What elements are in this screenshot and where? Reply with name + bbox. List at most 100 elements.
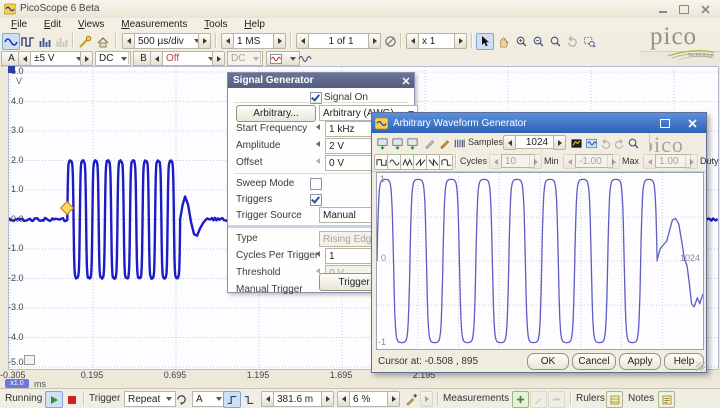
timebase-next-button[interactable] bbox=[198, 33, 211, 49]
x-zoom-badge[interactable]: x1.0 bbox=[5, 379, 29, 388]
auto-setup-button[interactable] bbox=[76, 33, 94, 50]
pointer-tool-button[interactable] bbox=[476, 33, 494, 50]
range-a-next-button[interactable] bbox=[80, 51, 93, 66]
add-measurement-button[interactable] bbox=[512, 391, 529, 408]
marquee-zoom-button[interactable] bbox=[580, 33, 598, 50]
trigger-level-field[interactable]: 381.6 m bbox=[273, 391, 327, 407]
range-b-next-button[interactable] bbox=[212, 51, 225, 66]
dark-editor-icon bbox=[570, 137, 583, 150]
falling-edge-button[interactable] bbox=[240, 391, 258, 408]
notes-button[interactable] bbox=[658, 391, 675, 408]
menu-tools[interactable]: Tools bbox=[197, 18, 234, 31]
rising-edge-button[interactable] bbox=[223, 391, 241, 408]
menu-help[interactable]: Help bbox=[237, 18, 272, 31]
range-a-select[interactable]: ±5 V bbox=[30, 51, 86, 66]
undo-zoom-button[interactable] bbox=[563, 33, 581, 50]
range-b-select[interactable]: Off bbox=[162, 51, 218, 66]
awg-import-a-button[interactable] bbox=[374, 135, 390, 152]
close-button[interactable] bbox=[698, 3, 713, 15]
awg-close-button[interactable] bbox=[685, 117, 700, 129]
trigger-source-select[interactable]: A bbox=[192, 391, 226, 407]
awg-square-shape-button[interactable] bbox=[374, 154, 388, 170]
menu-edit[interactable]: Edit bbox=[37, 18, 68, 31]
triggers-checkbox[interactable] bbox=[310, 194, 322, 206]
signal-generator-button[interactable] bbox=[266, 51, 300, 66]
persistence-mode-button[interactable] bbox=[53, 33, 71, 50]
trigger-level-up[interactable] bbox=[321, 391, 334, 407]
menu-views[interactable]: Views bbox=[71, 18, 112, 31]
left-arrow-icon[interactable] bbox=[316, 141, 320, 147]
coupling-a-select[interactable]: DC bbox=[95, 51, 131, 66]
awg-freehand-draw-button[interactable] bbox=[436, 135, 452, 152]
left-arrow-icon[interactable] bbox=[316, 251, 320, 257]
y-tick: -5.0 bbox=[8, 357, 24, 367]
math-channels-button[interactable] bbox=[296, 50, 314, 67]
home-settings-button[interactable] bbox=[94, 33, 112, 50]
right-arrow-icon bbox=[373, 38, 377, 44]
scope-mode-button[interactable] bbox=[2, 33, 20, 50]
spectrum-mode-button[interactable] bbox=[36, 33, 54, 50]
left-arrow-icon bbox=[342, 396, 346, 402]
hand-tool-button[interactable] bbox=[494, 33, 512, 50]
awg-max-label: Max bbox=[622, 156, 639, 166]
awg-ramp-up-shape-button[interactable] bbox=[413, 154, 427, 170]
awg-samples-next[interactable] bbox=[553, 135, 566, 150]
awg-redo-button[interactable] bbox=[611, 135, 626, 152]
trigger-mode-select[interactable]: Repeat bbox=[124, 391, 176, 407]
rapid-trigger-button[interactable] bbox=[172, 391, 190, 408]
cancel-button[interactable]: Cancel bbox=[572, 353, 616, 370]
minimize-button[interactable] bbox=[655, 3, 670, 15]
circle-slash-icon bbox=[384, 35, 397, 48]
square-wave-mode-button[interactable] bbox=[19, 33, 37, 50]
sweep-mode-checkbox[interactable] bbox=[310, 178, 322, 190]
awg-titlebar: Arbitrary Waveform Generator bbox=[372, 113, 706, 133]
axis-options-icon[interactable] bbox=[24, 355, 35, 365]
timebase-select[interactable]: 500 µs/div bbox=[134, 33, 204, 49]
awg-normalize-button[interactable] bbox=[568, 135, 584, 152]
capture-options-button[interactable] bbox=[381, 33, 399, 50]
ok-button[interactable]: OK bbox=[527, 353, 569, 370]
awg-smooth-button[interactable] bbox=[583, 135, 599, 152]
samples-next-button[interactable] bbox=[273, 33, 286, 49]
zoom-out-tool-button[interactable] bbox=[529, 33, 547, 50]
awg-sine-shape-button[interactable] bbox=[387, 154, 401, 170]
close-icon[interactable] bbox=[402, 77, 410, 85]
zoom-in-tool-button[interactable] bbox=[512, 33, 530, 50]
awg-line-draw-button[interactable] bbox=[421, 135, 437, 152]
ramp-down-icon bbox=[428, 157, 439, 168]
rulers-button[interactable] bbox=[606, 391, 623, 408]
page-field[interactable]: 1 of 1 bbox=[308, 33, 374, 49]
left-arrow-icon bbox=[411, 38, 415, 44]
pretrigger-up[interactable] bbox=[387, 391, 400, 407]
awg-zoom-button[interactable] bbox=[625, 135, 641, 152]
type-label: Type bbox=[236, 233, 258, 244]
notes-icon bbox=[662, 395, 672, 405]
menu-file[interactable]: File bbox=[4, 18, 34, 31]
awg-min-next bbox=[607, 154, 620, 169]
awg-pulse-shape-button[interactable] bbox=[439, 154, 453, 170]
toolbar-separator bbox=[128, 52, 129, 64]
zoom-next-button[interactable] bbox=[454, 33, 467, 49]
page-next-button[interactable] bbox=[368, 33, 381, 49]
left-arrow-icon[interactable] bbox=[316, 124, 320, 130]
picoscope-window: PicoScope 6 Beta File Edit Views Measure… bbox=[0, 0, 720, 408]
arbitrary-button[interactable]: Arbitrary... bbox=[236, 105, 316, 122]
awg-import-b-button[interactable] bbox=[389, 135, 405, 152]
start-capture-button[interactable] bbox=[45, 391, 63, 408]
stop-capture-button[interactable] bbox=[63, 391, 81, 408]
resize-grip[interactable] bbox=[696, 362, 705, 371]
awg-plot[interactable]: 1 0 -1 1024 bbox=[376, 172, 704, 350]
awg-import-file-button[interactable] bbox=[404, 135, 420, 152]
awg-maximize-button[interactable] bbox=[657, 117, 672, 129]
awg-triangle-shape-button[interactable] bbox=[400, 154, 414, 170]
coupling-b-select[interactable]: DC bbox=[227, 51, 263, 66]
zoom-full-tool-button[interactable] bbox=[546, 33, 564, 50]
pico-logo-text: pico bbox=[650, 24, 718, 50]
maximize-button[interactable] bbox=[676, 3, 691, 15]
awg-bitstream-button[interactable] bbox=[451, 135, 467, 152]
advanced-trigger-button[interactable] bbox=[402, 391, 420, 408]
apply-button[interactable]: Apply bbox=[619, 353, 661, 370]
menu-measurements[interactable]: Measurements bbox=[114, 18, 194, 31]
right-arrow-icon bbox=[392, 396, 396, 402]
awg-ramp-down-shape-button[interactable] bbox=[426, 154, 440, 170]
